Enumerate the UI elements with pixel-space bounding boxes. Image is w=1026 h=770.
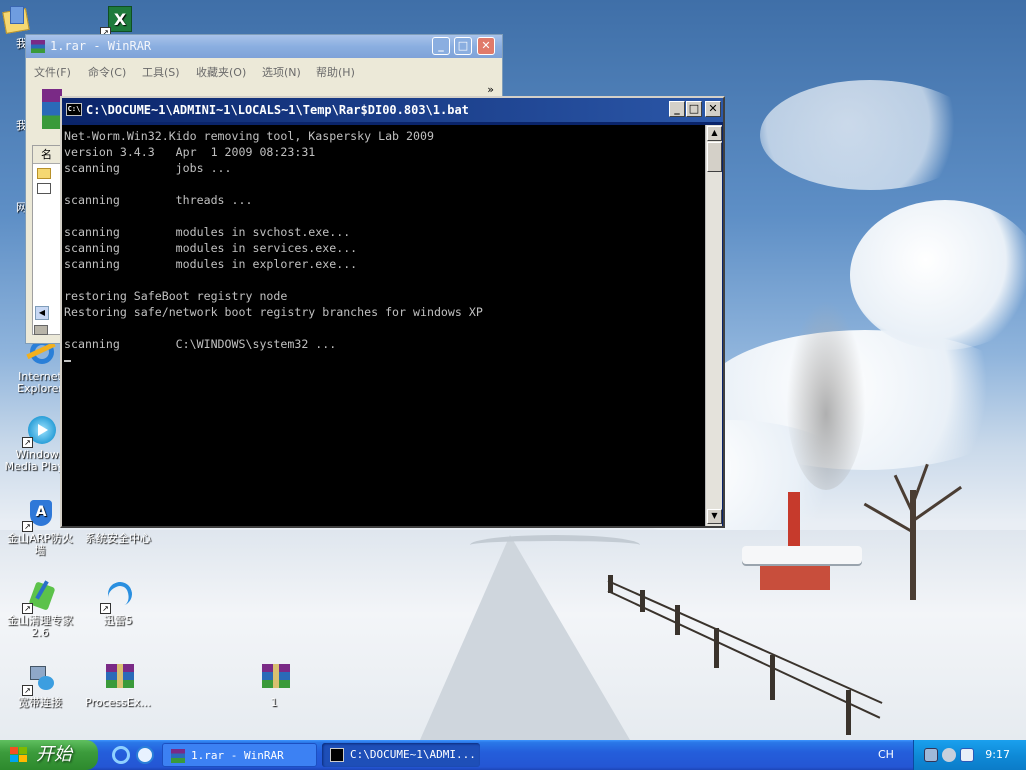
cleaner-icon: ↗	[22, 580, 56, 614]
console-line: scanning C:\WINDOWS\system32 ...	[64, 337, 337, 351]
console-line: version 3.4.3 Apr 1 2009 08:23:31	[64, 145, 316, 159]
text-cursor	[64, 359, 71, 362]
winrar-icon	[171, 749, 185, 763]
console-vertical-scrollbar[interactable]: ▲ ▼	[705, 125, 722, 526]
console-line: scanning modules in services.exe...	[64, 241, 358, 255]
winrar-titlebar[interactable]: 1.rar - WinRAR	[26, 35, 502, 58]
menu-options[interactable]: 选项(N)	[262, 64, 301, 80]
add-icon[interactable]	[42, 89, 62, 129]
console-maximize-button[interactable]: □	[686, 101, 702, 117]
quicklaunch-browser-icon[interactable]	[136, 746, 154, 764]
scroll-up-icon[interactable]: ▲	[707, 126, 722, 141]
console-line: Restoring safe/network boot registry bra…	[64, 305, 483, 319]
horizontal-scroll-left-icon[interactable]: ◀	[35, 306, 49, 320]
parent-folder-icon[interactable]	[37, 168, 51, 179]
desktop-icon-cleaner[interactable]: ↗ 金山清理专家 2.6	[2, 580, 78, 639]
toolbar-overflow-icon[interactable]: »	[487, 83, 494, 96]
taskbar: 开始 1.rar - WinRAR C:\DOCUME~1\ADMI... CH…	[0, 740, 1026, 770]
winrar-app-icon	[31, 40, 45, 53]
console-output[interactable]: Net-Worm.Win32.Kido removing tool, Kaspe…	[62, 125, 705, 526]
console-line: scanning jobs ...	[64, 161, 232, 175]
winrar-title: 1.rar - WinRAR	[50, 39, 152, 53]
clock[interactable]: 9:17	[985, 740, 1010, 770]
menu-tools[interactable]: 工具(S)	[142, 64, 180, 80]
winrar-close-button[interactable]: ✕	[477, 37, 495, 55]
system-tray: 9:17	[913, 740, 1026, 770]
windows-logo-icon	[10, 747, 28, 763]
taskbar-item-winrar[interactable]: 1.rar - WinRAR	[162, 743, 317, 767]
cloud	[760, 80, 980, 190]
console-icon	[330, 748, 344, 762]
bare-tree	[840, 450, 990, 600]
desktop-icon-1-rar[interactable]: 1	[236, 662, 312, 709]
menu-help[interactable]: 帮助(H)	[316, 64, 355, 80]
cloud	[850, 200, 1026, 350]
quicklaunch-ie-icon[interactable]	[112, 746, 130, 764]
console-line: scanning modules in svchost.exe...	[64, 225, 351, 239]
taskbar-item-console[interactable]: C:\DOCUME~1\ADMI...	[322, 743, 480, 767]
excel-icon: X ↗	[100, 4, 134, 38]
column-header-name[interactable]: 名	[33, 146, 61, 164]
menu-command[interactable]: 命令(C)	[88, 64, 126, 80]
console-line: restoring SafeBoot registry node	[64, 289, 288, 303]
security-tray-icon[interactable]	[960, 748, 974, 762]
media-player-icon: ↗	[22, 414, 56, 448]
road	[420, 535, 630, 740]
volume-tray-icon[interactable]	[942, 748, 956, 762]
winrar-minimize-button[interactable]: _	[432, 37, 450, 55]
console-close-button[interactable]: ✕	[705, 101, 721, 117]
rar-archive-icon	[102, 662, 134, 694]
console-lines: Net-Worm.Win32.Kido removing tool, Kaspe…	[64, 128, 705, 352]
desktop-icon-thunder[interactable]: ↗ 迅雷5	[80, 578, 156, 627]
console-line: Net-Worm.Win32.Kido removing tool, Kaspe…	[64, 129, 434, 143]
folder-documents-icon	[0, 4, 32, 36]
road-curve	[470, 535, 640, 555]
scroll-down-icon[interactable]: ▼	[707, 509, 722, 524]
desktop-icon-processex-rar[interactable]: ProcessEx...	[80, 662, 156, 709]
console-title: C:\DOCUME~1\ADMINI~1\LOCALS~1\Temp\Rar$D…	[86, 103, 469, 117]
language-indicator[interactable]: CH	[878, 740, 894, 770]
console-titlebar[interactable]: C:\ C:\DOCUME~1\ADMINI~1\LOCALS~1\Temp\R…	[62, 98, 723, 122]
rar-archive-icon	[258, 662, 290, 694]
thunder-icon: ↗	[100, 578, 136, 614]
console-app-icon: C:\	[66, 103, 82, 116]
console-line: scanning modules in explorer.exe...	[64, 257, 358, 271]
scroll-thumb[interactable]	[707, 142, 722, 172]
menu-file[interactable]: 文件(F)	[34, 64, 71, 80]
network-tray-icon[interactable]	[924, 748, 938, 762]
console-line: scanning threads ...	[64, 193, 253, 207]
desktop-icon-broadband[interactable]: ↗ 宽带连接	[2, 662, 78, 709]
menu-favorites[interactable]: 收藏夹(O)	[196, 64, 246, 80]
file-row-icon[interactable]	[37, 183, 51, 194]
start-label: 开始	[36, 744, 72, 765]
console-window[interactable]: C:\ C:\DOCUME~1\ADMINI~1\LOCALS~1\Temp\R…	[60, 96, 725, 528]
arp-firewall-icon: A ↗	[22, 498, 56, 532]
status-drive-icon	[34, 325, 48, 335]
console-minimize-button[interactable]: _	[669, 101, 685, 117]
start-button[interactable]: 开始	[0, 740, 98, 770]
winrar-menubar: 文件(F) 命令(C) 工具(S) 收藏夹(O) 选项(N) 帮助(H)	[26, 61, 502, 81]
winrar-file-list[interactable]: 名 ◀	[32, 145, 62, 335]
winrar-maximize-button[interactable]: □	[454, 37, 472, 55]
broadband-icon: ↗	[22, 662, 56, 696]
